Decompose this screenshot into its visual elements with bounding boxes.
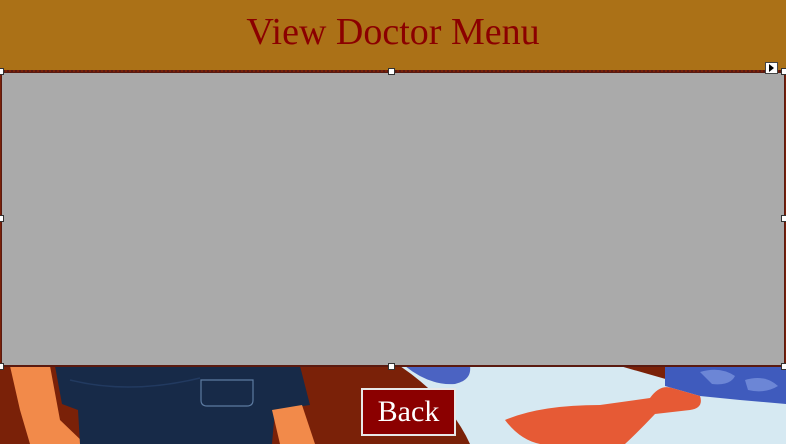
header-bar: View Doctor Menu [0, 0, 786, 70]
triangle-right-icon [769, 64, 774, 72]
resize-handle-bottom-left[interactable] [0, 363, 4, 370]
doctor-grid-view[interactable] [1, 72, 785, 367]
page-title: View Doctor Menu [246, 11, 540, 53]
smart-tag-button[interactable] [765, 62, 778, 74]
resize-handle-middle-right[interactable] [781, 215, 786, 222]
resize-handle-top-left[interactable] [0, 68, 4, 75]
back-button[interactable]: Back [361, 388, 456, 436]
resize-handle-bottom-right[interactable] [781, 363, 786, 370]
resize-handle-top-right[interactable] [781, 68, 786, 75]
resize-handle-middle-left[interactable] [0, 215, 4, 222]
resize-handle-top-center[interactable] [388, 68, 395, 75]
resize-handle-bottom-center[interactable] [388, 363, 395, 370]
